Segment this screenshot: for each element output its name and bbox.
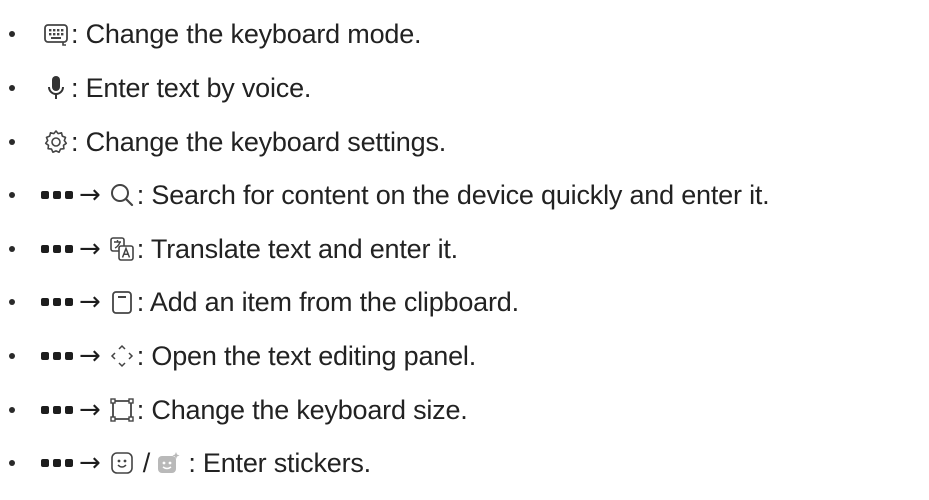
right-arrow-icon: → <box>79 395 101 425</box>
item-text: : Change the keyboard settings. <box>71 126 447 157</box>
gear-icon <box>41 127 71 157</box>
bullet <box>9 299 15 305</box>
search-icon <box>107 180 137 210</box>
bullet <box>9 407 15 413</box>
item-text: : Change the keyboard size. <box>136 394 468 425</box>
more-options-icon <box>41 459 73 467</box>
bullet <box>9 353 15 359</box>
item-text: : Enter stickers. <box>188 447 371 478</box>
more-options-icon <box>41 352 73 360</box>
bullet <box>9 460 15 466</box>
more-options-icon <box>41 406 73 414</box>
sticker-icon <box>107 448 137 478</box>
item-text: : Translate text and enter it. <box>136 233 458 264</box>
bulleted-list: : Change the keyboard mode. : Enter text… <box>0 0 929 500</box>
translate-icon <box>107 234 137 264</box>
item-text: : Change the keyboard mode. <box>71 18 422 49</box>
separator: / <box>142 447 151 478</box>
bullet <box>9 31 15 37</box>
more-options-icon <box>41 245 73 253</box>
bullet <box>9 85 15 91</box>
microphone-icon <box>41 73 71 103</box>
bullet <box>9 139 15 145</box>
item-text: : Open the text editing panel. <box>136 340 477 371</box>
right-arrow-icon: → <box>79 180 101 210</box>
more-options-icon <box>41 298 73 306</box>
keyboard-icon <box>41 19 71 49</box>
bullet <box>9 246 15 252</box>
more-options-icon <box>41 191 73 199</box>
item-text: : Add an item from the clipboard. <box>136 286 519 317</box>
ar-emoji-sticker-icon <box>154 448 184 478</box>
right-arrow-icon: → <box>79 287 101 317</box>
text-editing-icon <box>107 341 137 371</box>
item-text: : Enter text by voice. <box>71 72 312 103</box>
right-arrow-icon: → <box>79 341 101 371</box>
clipboard-icon <box>107 287 137 317</box>
bullet <box>9 192 15 198</box>
right-arrow-icon: → <box>79 448 101 478</box>
right-arrow-icon: → <box>79 234 101 264</box>
item-text: : Search for content on the device quick… <box>136 179 770 210</box>
keyboard-size-icon <box>107 395 137 425</box>
